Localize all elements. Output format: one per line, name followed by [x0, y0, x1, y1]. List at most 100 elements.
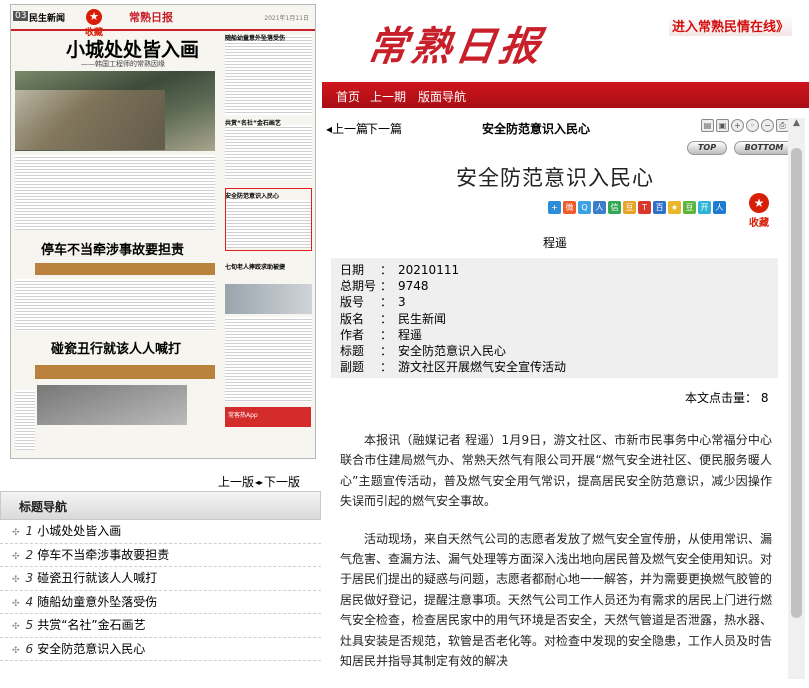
- thumb-headline-3[interactable]: 碰瓷丑行就该人人喊打: [51, 338, 181, 357]
- nav-item[interactable]: ✣ 3 碰瓷丑行就该人人喊打: [0, 567, 321, 591]
- thumb-right-title[interactable]: 共赏“名社”金石画艺: [225, 118, 281, 127]
- enter-minqing-link[interactable]: 进入常熟民情在线》: [669, 15, 793, 36]
- meta-colon: ：: [380, 360, 393, 375]
- share-weibo-icon[interactable]: 微: [563, 201, 576, 214]
- meta-value: 安全防范意识入民心: [398, 343, 507, 358]
- bottom-button[interactable]: BOTTOM: [734, 141, 794, 155]
- thumb-right-title[interactable]: 随船幼童意外坠落受伤: [225, 33, 285, 42]
- share-douban-icon[interactable]: 豆: [623, 201, 636, 214]
- thumb-highlight-box[interactable]: [225, 188, 312, 251]
- thumb-headline-2[interactable]: 停车不当牵涉事故要担责: [41, 239, 184, 258]
- share-star-icon[interactable]: ★: [668, 201, 681, 214]
- arrows-icon: ◂▸: [255, 478, 264, 487]
- scroll-up-icon[interactable]: ▲: [788, 118, 805, 133]
- share-toolbar: + 微 Q 人 信 豆 T 百 ★ 豆 开 人: [548, 201, 726, 214]
- bullet-icon: ✣: [12, 598, 20, 609]
- nav-item-number: 5: [25, 618, 34, 632]
- scrollbar-thumb[interactable]: [791, 148, 802, 618]
- favorite-label: 收藏: [749, 218, 769, 229]
- share-more-icon[interactable]: 人: [713, 201, 726, 214]
- nav-item-link[interactable]: 停车不当牵涉事故要担责: [37, 548, 169, 562]
- meta-value: 游文社区开展燃气安全宣传活动: [398, 360, 567, 375]
- title-nav-panel: 标题导航 ✣ 1 小城处处皆入画 ✣ 2 停车不当牵涉事故要担责 ✣ 3 碰瓷丑行就该人人喊…: [0, 491, 321, 661]
- thumb-headline[interactable]: 小城处处皆入画: [66, 35, 199, 62]
- zoom-out-icon[interactable]: −: [761, 119, 774, 132]
- meta-key: 作者: [340, 327, 365, 342]
- thumb-right-title[interactable]: 七旬老人摔跤求助被捷: [225, 262, 285, 271]
- prev-page-link[interactable]: 上一版: [218, 475, 254, 489]
- article-next: 下一篇: [366, 120, 402, 137]
- title-nav-list: ✣ 1 小城处处皆入画 ✣ 2 停车不当牵涉事故要担责 ✣ 3 碰瓷丑行就该人人喊打 ✣ 4 随…: [0, 520, 321, 661]
- meta-colon: ：: [380, 327, 393, 342]
- favorite-button[interactable]: ★ 收藏: [749, 193, 769, 229]
- save-icon[interactable]: ▣: [716, 119, 729, 132]
- bullet-icon: ✣: [12, 575, 20, 585]
- share-tencent-icon[interactable]: T: [638, 201, 651, 214]
- next-page-link[interactable]: 下一版: [264, 475, 300, 489]
- thumb-text-block: [15, 390, 35, 450]
- nav-item[interactable]: ✣ 5 共赏“名社”金石画艺: [0, 614, 321, 638]
- nav-prev-issue-link[interactable]: 上一期: [370, 88, 406, 105]
- nav-item-number: 6: [25, 641, 34, 656]
- article-hits: 本文点击量： 8: [685, 389, 768, 406]
- meta-key: 版名: [340, 311, 365, 326]
- share-bookmark-icon[interactable]: 豆: [683, 201, 696, 214]
- nav-item-number: 4: [25, 594, 34, 609]
- bullet-icon: ✣: [12, 622, 20, 632]
- print-preview-icon[interactable]: ▤: [701, 119, 714, 132]
- thumb-banner: [35, 365, 215, 379]
- favorite-badge[interactable]: ★ 收藏: [79, 9, 109, 38]
- meta-key: 总期号: [340, 279, 377, 294]
- bullet-icon: ✣: [12, 528, 20, 538]
- meta-row: 版名 ： 民生新闻: [340, 310, 778, 326]
- thumb-banner: [35, 263, 215, 275]
- star-icon: ★: [749, 193, 769, 213]
- thumb-image: [37, 385, 187, 425]
- prev-article-link[interactable]: 上一篇: [332, 122, 368, 136]
- thumb-page-number: 03: [13, 11, 29, 21]
- nav-item-link[interactable]: 共赏“名社”金石画艺: [37, 618, 145, 632]
- share-kaixin-icon[interactable]: 开: [698, 201, 711, 214]
- page-thumbnail[interactable]: 03 民生新闻 常熟日报 2021年1月11日 ★ 收藏 小城处处皆入画 ——韩…: [10, 4, 316, 459]
- share-renren-icon[interactable]: 人: [593, 201, 606, 214]
- article-paragraph: 活动现场，来自天然气公司的志愿者发放了燃气安全宣传册，从使用常识、漏气危害、查漏…: [340, 531, 773, 669]
- top-button[interactable]: TOP: [687, 141, 727, 155]
- zoom-in-icon[interactable]: +: [731, 119, 744, 132]
- nav-item[interactable]: ✣ 2 停车不当牵涉事故要担责: [0, 544, 321, 567]
- nav-item-link[interactable]: 碰瓷丑行就该人人喊打: [37, 571, 157, 585]
- nav-item-link[interactable]: 小城处处皆入画: [37, 524, 121, 538]
- thumb-text-block: [225, 125, 312, 180]
- next-article-link[interactable]: 下一篇: [366, 122, 402, 136]
- meta-colon: ：: [380, 263, 393, 277]
- nav-item[interactable]: ✣ 1 小城处处皆入画: [0, 520, 321, 544]
- zoom-reset-icon[interactable]: ◦: [746, 119, 759, 132]
- thumb-section: 民生新闻: [29, 14, 66, 24]
- thumb-header: 03 民生新闻 常熟日报 2021年1月11日: [11, 5, 315, 31]
- thumb-text-block: [15, 155, 215, 230]
- share-wechat-icon[interactable]: 信: [608, 201, 621, 214]
- site-logo[interactable]: 常熟日报: [364, 14, 548, 72]
- meta-value: 民生新闻: [398, 311, 447, 326]
- meta-key: 日期: [340, 263, 365, 277]
- thumb-image: [225, 284, 312, 314]
- meta-row: 作者 ： 程遥: [340, 326, 778, 342]
- hits-count: 8: [760, 391, 769, 405]
- meta-row: 副题 ： 游文社区开展燃气安全宣传活动: [340, 358, 778, 374]
- article-scrollbar[interactable]: ▲: [788, 118, 805, 679]
- article-toolbar: ◂上一篇 下一篇 安全防范意识入民心 ▤ ▣ + ◦ − ⎙ TOP BOTTO…: [322, 118, 809, 155]
- thumb-photo-overlay: [15, 90, 165, 150]
- article-author: 程遥: [542, 236, 567, 250]
- nav-item[interactable]: ✣ 6 安全防范意识入民心: [0, 638, 321, 661]
- share-baidu-icon[interactable]: 百: [653, 201, 666, 214]
- nav-item-link[interactable]: 随船幼童意外坠落受伤: [37, 595, 157, 609]
- thumb-text-block: [225, 35, 312, 115]
- share-plus-icon[interactable]: +: [548, 201, 561, 214]
- nav-layout-link[interactable]: 版面导航: [418, 88, 466, 105]
- nav-item[interactable]: ✣ 4 随船幼童意外坠落受伤: [0, 591, 321, 614]
- nav-home-link[interactable]: 首页: [336, 88, 360, 105]
- meta-row: 日期 ： 20210111: [340, 261, 778, 277]
- share-qzone-icon[interactable]: Q: [578, 201, 591, 214]
- meta-colon: ：: [380, 279, 393, 294]
- thumb-date: 2021年1月11日: [264, 15, 309, 22]
- nav-item-link[interactable]: 安全防范意识入民心: [37, 642, 145, 656]
